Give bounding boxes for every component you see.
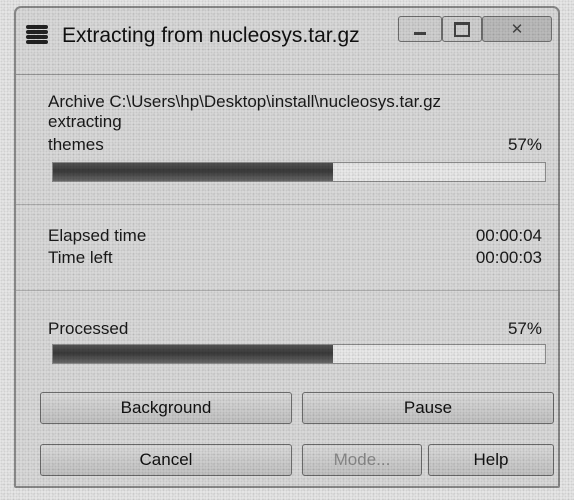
processed-progress-bar bbox=[52, 344, 546, 364]
help-button[interactable]: Help bbox=[428, 444, 554, 476]
archive-path: Archive C:\Users\hp\Desktop\install\nucl… bbox=[48, 92, 442, 111]
minimize-button[interactable] bbox=[398, 16, 442, 42]
extract-status: extracting bbox=[48, 112, 122, 131]
minimize-icon bbox=[414, 31, 426, 35]
elapsed-time-label: Elapsed time bbox=[48, 226, 147, 245]
maximize-button[interactable] bbox=[442, 16, 482, 42]
current-item-name: themes bbox=[48, 135, 104, 154]
processed-percent: 57% bbox=[507, 319, 542, 338]
divider bbox=[16, 204, 558, 205]
pause-button[interactable]: Pause bbox=[302, 392, 554, 424]
elapsed-time-value: 00:00:04 bbox=[475, 226, 542, 245]
close-button[interactable]: ✕ bbox=[482, 16, 552, 42]
time-left-value: 00:00:03 bbox=[475, 248, 542, 267]
maximize-icon bbox=[454, 21, 470, 37]
current-item-progress-fill bbox=[53, 163, 334, 181]
background-button[interactable]: Background bbox=[40, 392, 292, 424]
current-item-percent: 57% bbox=[507, 135, 542, 154]
processed-progress-fill bbox=[53, 345, 334, 363]
archive-app-icon bbox=[26, 24, 48, 50]
close-icon: ✕ bbox=[510, 21, 524, 38]
current-item-progress-bar bbox=[52, 162, 546, 182]
extraction-dialog: Extracting from nucleosys.tar.gz ✕ Archi… bbox=[14, 6, 560, 488]
mode-button[interactable]: Mode... bbox=[302, 444, 422, 476]
cancel-button[interactable]: Cancel bbox=[40, 444, 292, 476]
time-left-label: Time left bbox=[48, 248, 113, 267]
window-title: Extracting from nucleosys.tar.gz bbox=[62, 24, 360, 47]
processed-label: Processed bbox=[48, 319, 129, 338]
title-bar[interactable]: Extracting from nucleosys.tar.gz ✕ bbox=[16, 8, 558, 75]
divider bbox=[16, 290, 558, 291]
